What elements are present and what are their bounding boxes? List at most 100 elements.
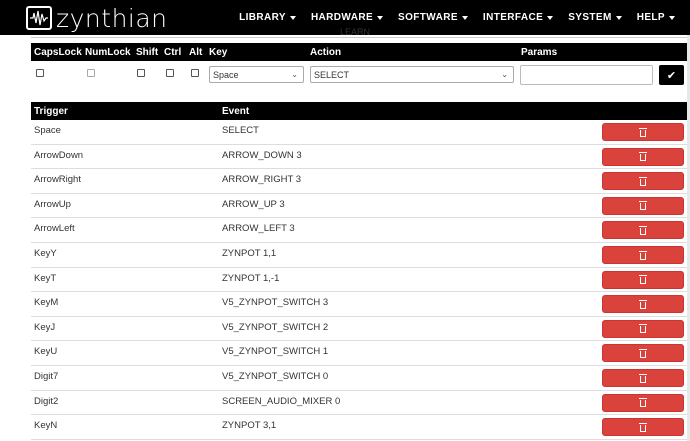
table-row: ArrowRight ARROW_RIGHT 3 — [31, 169, 688, 194]
check-icon: ✔ — [666, 69, 677, 82]
chevron-down-icon: ⌄ — [291, 70, 298, 79]
brand-logo[interactable]: zynthian — [26, 3, 168, 33]
key-select-value: Space — [213, 69, 239, 80]
header-action: Action — [310, 47, 342, 58]
trigger-cell: Digit7 — [34, 371, 59, 382]
ctrl-checkbox[interactable] — [166, 69, 174, 77]
header-params: Params — [521, 47, 558, 58]
delete-button[interactable] — [602, 123, 684, 141]
action-select-value: SELECT — [314, 69, 350, 80]
trigger-cell: KeyM — [34, 297, 59, 309]
header-trigger: Trigger — [34, 106, 68, 117]
chevron-down-icon: ⌄ — [501, 70, 508, 79]
trigger-cell: KeyY — [34, 248, 57, 259]
delete-button[interactable] — [602, 246, 684, 264]
header-key: Key — [209, 47, 228, 58]
header-numlock: NumLock — [85, 47, 131, 58]
header-capslock: CapsLock — [34, 47, 82, 58]
chevron-down-icon — [547, 15, 554, 20]
alt-checkbox[interactable] — [191, 69, 199, 77]
capslock-checkbox[interactable] — [36, 69, 44, 77]
delete-button[interactable] — [602, 369, 684, 387]
table-row: ArrowLeft ARROW_LEFT 3 — [31, 218, 688, 243]
nav-interface[interactable]: INTERFACE — [483, 12, 554, 23]
event-cell: V5_ZYNPOT_SWITCH 0 — [222, 371, 329, 382]
params-input[interactable] — [520, 65, 653, 85]
delete-button[interactable] — [602, 295, 684, 314]
shift-checkbox[interactable] — [137, 69, 145, 77]
trash-icon — [639, 152, 647, 162]
header-shift: Shift — [136, 47, 159, 58]
trash-icon — [639, 176, 647, 186]
delete-button[interactable] — [602, 147, 684, 166]
delete-button[interactable] — [602, 418, 684, 437]
trigger-cell: Digit2 — [34, 395, 59, 407]
header-ctrl: Ctrl — [164, 47, 182, 58]
delete-button[interactable] — [602, 221, 684, 240]
bindings-table-header: Trigger Event — [31, 102, 688, 120]
event-cell: V5_ZYNPOT_SWITCH 1 — [222, 346, 329, 358]
form-header: CapsLock NumLock Shift Ctrl Alt Key Acti… — [31, 43, 688, 61]
nav-software[interactable]: SOFTWARE — [398, 12, 468, 23]
table-row: KeyT ZYNPOT 1,-1 — [31, 268, 688, 293]
trash-icon — [639, 127, 647, 137]
add-binding-button[interactable]: ✔ — [659, 65, 684, 85]
delete-button[interactable] — [602, 196, 684, 215]
event-cell: ZYNPOT 3,1 — [222, 420, 277, 432]
delete-button[interactable] — [602, 319, 684, 338]
table-row: KeyY ZYNPOT 1,1 — [31, 243, 688, 268]
nav-hardware[interactable]: HARDWARE — [311, 12, 384, 23]
numlock-checkbox[interactable] — [87, 69, 95, 77]
event-cell: ARROW_RIGHT 3 — [222, 174, 302, 186]
trash-icon — [639, 422, 647, 432]
zynthian-logo-icon — [26, 6, 52, 30]
trigger-cell: KeyU — [34, 346, 58, 358]
section-title: LEARN — [340, 27, 371, 37]
trigger-cell: ArrowRight — [34, 174, 81, 186]
trigger-cell: ArrowLeft — [34, 223, 75, 235]
table-row: ArrowDown ARROW_DOWN 3 — [31, 145, 688, 170]
event-cell: V5_ZYNPOT_SWITCH 3 — [222, 297, 329, 309]
trash-icon — [639, 348, 647, 358]
table-row: KeyU V5_ZYNPOT_SWITCH 1 — [31, 341, 688, 366]
delete-button[interactable] — [602, 344, 684, 363]
event-cell: ARROW_DOWN 3 — [222, 149, 302, 161]
header-alt: Alt — [189, 47, 203, 58]
chevron-down-icon — [669, 15, 675, 20]
chevron-down-icon — [615, 15, 622, 20]
action-select[interactable]: SELECT ⌄ — [310, 66, 514, 83]
delete-button[interactable] — [602, 172, 684, 191]
trigger-cell: KeyN — [34, 420, 58, 432]
table-row: KeyM V5_ZYNPOT_SWITCH 3 — [31, 292, 688, 317]
delete-button[interactable] — [602, 393, 684, 412]
chevron-down-icon — [377, 15, 384, 20]
divider — [31, 37, 688, 38]
trigger-cell: Space — [34, 125, 61, 136]
brand-name: zynthian — [56, 3, 168, 33]
trash-icon — [639, 250, 647, 260]
delete-button[interactable] — [602, 270, 684, 289]
nav-system[interactable]: SYSTEM — [568, 12, 622, 23]
nav-library[interactable]: LIBRARY — [239, 12, 296, 23]
event-cell: ARROW_UP 3 — [222, 198, 285, 210]
trash-icon — [639, 373, 647, 383]
table-row: KeyN ZYNPOT 3,1 — [31, 415, 688, 440]
trash-icon — [639, 275, 647, 285]
trigger-cell: ArrowUp — [34, 198, 71, 210]
table-row: Digit2 SCREEN_AUDIO_MIXER 0 — [31, 391, 688, 416]
trigger-cell: KeyJ — [34, 321, 56, 333]
main-nav: LIBRARY HARDWARE SOFTWARE INTERFACE SYST… — [239, 0, 690, 35]
trash-icon — [639, 299, 647, 309]
trash-icon — [639, 324, 647, 334]
nav-help[interactable]: HELP — [637, 12, 675, 23]
event-cell: ZYNPOT 1,-1 — [222, 272, 280, 284]
event-cell: V5_ZYNPOT_SWITCH 2 — [222, 321, 329, 333]
trigger-cell: KeyT — [34, 272, 57, 284]
event-cell: ZYNPOT 1,1 — [222, 248, 277, 259]
key-select[interactable]: Space ⌄ — [209, 66, 304, 83]
trash-icon — [639, 225, 647, 235]
chevron-down-icon — [461, 15, 468, 20]
table-row: KeyJ V5_ZYNPOT_SWITCH 2 — [31, 317, 688, 342]
trash-icon — [639, 201, 647, 211]
event-cell: SCREEN_AUDIO_MIXER 0 — [222, 395, 341, 407]
